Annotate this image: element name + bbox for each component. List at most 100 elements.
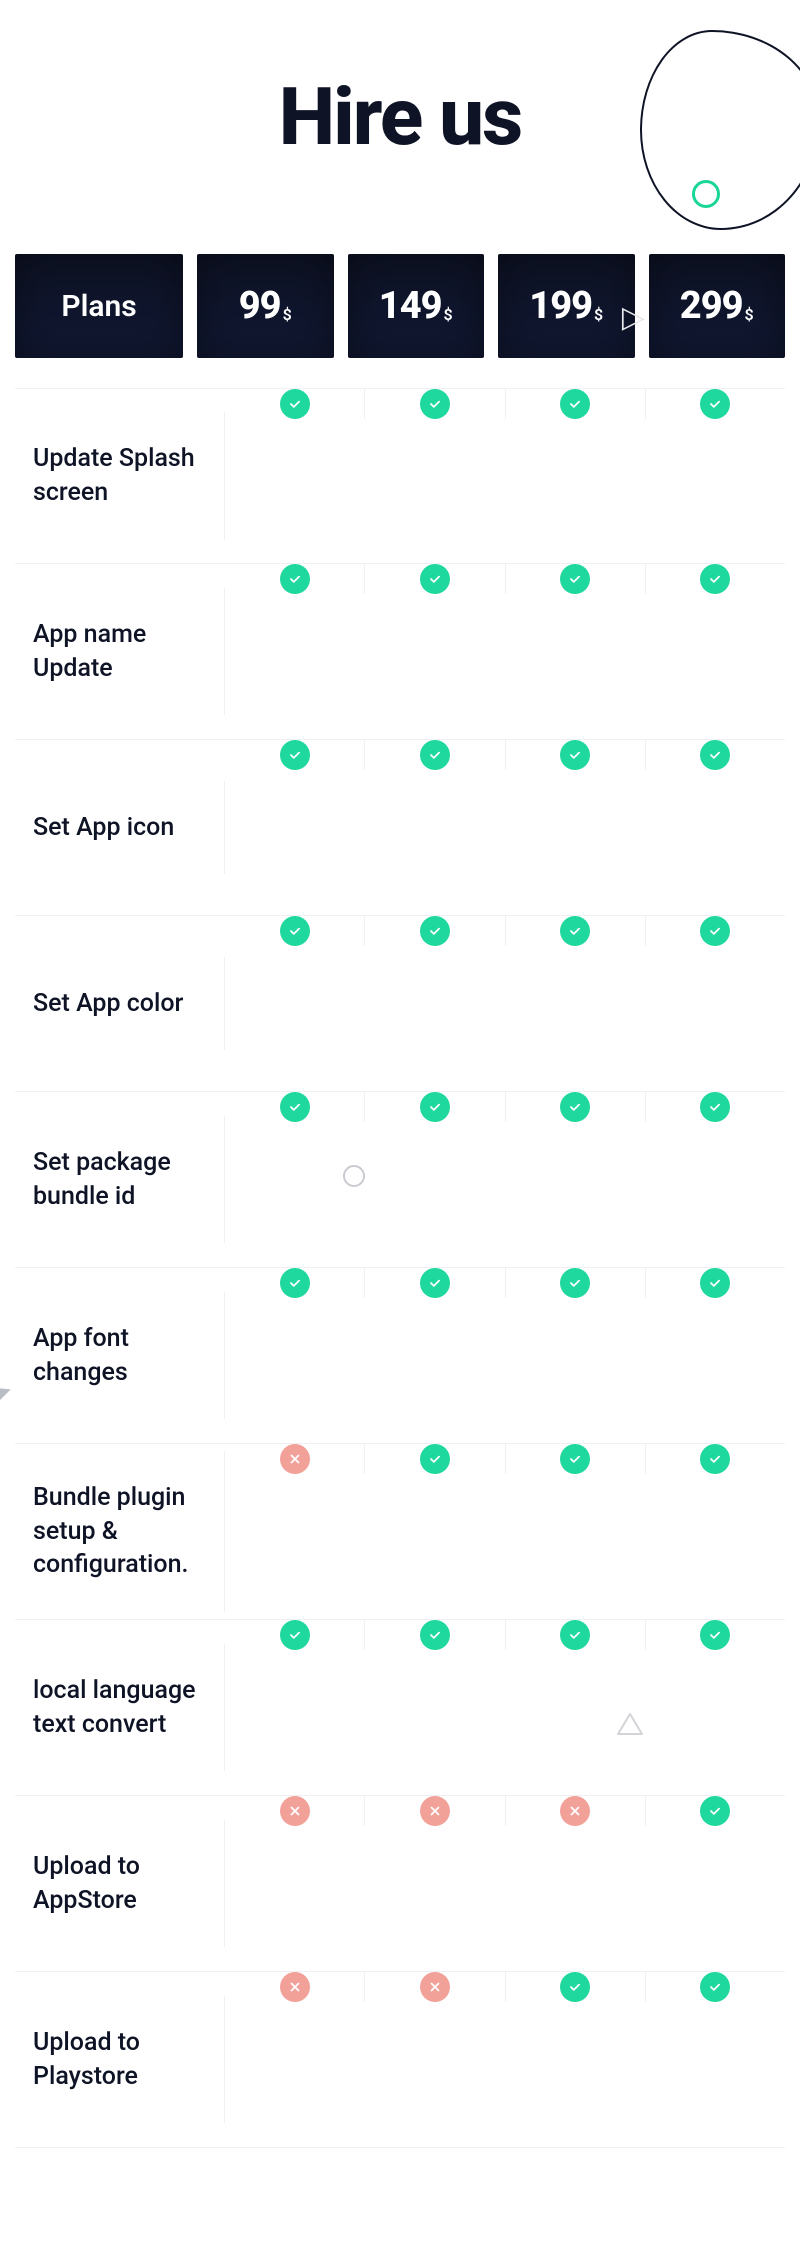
- feature-cell: [506, 389, 646, 419]
- check-icon: [560, 1092, 590, 1122]
- feature-label: Set App color: [15, 957, 225, 1051]
- price-299: 299$: [649, 254, 786, 358]
- feature-row: Upload to AppStore: [15, 1796, 785, 1972]
- feature-cell: [225, 1444, 365, 1474]
- feature-label: local language text convert: [15, 1644, 225, 1772]
- feature-cell: [365, 1620, 505, 1650]
- feature-cell: [365, 1972, 505, 2002]
- price-149: 149$: [348, 254, 485, 358]
- feature-cell: [646, 740, 785, 770]
- feature-cell: [506, 564, 646, 594]
- feature-label: Bundle plugin setup & configuration.: [15, 1451, 225, 1612]
- check-icon: [700, 740, 730, 770]
- feature-label: App name Update: [15, 588, 225, 716]
- cross-icon: [560, 1796, 590, 1826]
- check-icon: [420, 1444, 450, 1474]
- check-icon: [420, 1620, 450, 1650]
- check-icon: [420, 389, 450, 419]
- check-icon: [700, 1972, 730, 2002]
- check-icon: [560, 1268, 590, 1298]
- feature-row: App font changes: [15, 1268, 785, 1444]
- feature-cell: [646, 916, 785, 946]
- check-icon: [560, 389, 590, 419]
- feature-cell: [365, 1796, 505, 1826]
- check-icon: [280, 1268, 310, 1298]
- feature-cell: [506, 740, 646, 770]
- feature-cell: [225, 1268, 365, 1298]
- feature-label: Set App icon: [15, 781, 225, 875]
- feature-cell: [365, 916, 505, 946]
- check-icon: [420, 1268, 450, 1298]
- feature-row: Set package bundle id: [15, 1092, 785, 1268]
- feature-label: Update Splash screen: [15, 412, 225, 540]
- feature-cell: [506, 1092, 646, 1122]
- feature-cell: [225, 916, 365, 946]
- check-icon: [700, 1444, 730, 1474]
- check-icon: [560, 916, 590, 946]
- decorative-arrow-icon: ➤: [0, 1378, 16, 1408]
- feature-cell: [506, 1620, 646, 1650]
- pricing-table: Plans 99$ 149$ 199$ 299$ Update Splash s…: [15, 254, 785, 2148]
- decorative-circle: [692, 180, 720, 208]
- check-icon: [420, 740, 450, 770]
- check-icon: [700, 1796, 730, 1826]
- check-icon: [700, 564, 730, 594]
- feature-cell: [225, 564, 365, 594]
- check-icon: [560, 740, 590, 770]
- feature-cell: [646, 1444, 785, 1474]
- feature-cell: [646, 389, 785, 419]
- check-icon: [560, 564, 590, 594]
- feature-cell: [225, 1092, 365, 1122]
- check-icon: [560, 1620, 590, 1650]
- pricing-header-row: Plans 99$ 149$ 199$ 299$: [15, 254, 785, 358]
- plans-header: Plans: [15, 254, 183, 358]
- feature-cell: [225, 740, 365, 770]
- page-title: Hire us: [0, 70, 800, 164]
- check-icon: [420, 916, 450, 946]
- check-icon: [280, 1620, 310, 1650]
- feature-cell: [506, 916, 646, 946]
- cross-icon: [280, 1444, 310, 1474]
- feature-cell: [506, 1972, 646, 2002]
- check-icon: [420, 564, 450, 594]
- check-icon: [560, 1444, 590, 1474]
- feature-cell: [225, 1620, 365, 1650]
- check-icon: [560, 1972, 590, 2002]
- cross-icon: [420, 1796, 450, 1826]
- cross-icon: [420, 1972, 450, 2002]
- check-icon: [700, 1268, 730, 1298]
- check-icon: [700, 1092, 730, 1122]
- feature-cell: [365, 1092, 505, 1122]
- check-icon: [280, 389, 310, 419]
- cross-icon: [280, 1796, 310, 1826]
- feature-cell: [506, 1796, 646, 1826]
- price-199: 199$: [498, 254, 635, 358]
- plans-label: Plans: [61, 289, 136, 324]
- feature-row: Set App icon: [15, 740, 785, 916]
- check-icon: [280, 1092, 310, 1122]
- feature-label: Set package bundle id: [15, 1116, 225, 1244]
- feature-cell: [646, 1796, 785, 1826]
- feature-cell: [225, 389, 365, 419]
- feature-cell: [646, 564, 785, 594]
- feature-cell: [225, 1972, 365, 2002]
- feature-label: Upload to Playstore: [15, 1996, 225, 2124]
- feature-cell: [365, 1268, 505, 1298]
- feature-cell: [506, 1444, 646, 1474]
- feature-row: App name Update: [15, 564, 785, 740]
- feature-row: local language text convert: [15, 1620, 785, 1796]
- feature-cell: [646, 1092, 785, 1122]
- feature-label: Upload to AppStore: [15, 1820, 225, 1948]
- feature-cell: [365, 564, 505, 594]
- check-icon: [280, 564, 310, 594]
- feature-cell: [365, 1444, 505, 1474]
- feature-cell: [506, 1268, 646, 1298]
- feature-row: Set App color: [15, 916, 785, 1092]
- check-icon: [280, 916, 310, 946]
- feature-cell: [646, 1268, 785, 1298]
- feature-cell: [646, 1620, 785, 1650]
- check-icon: [700, 389, 730, 419]
- feature-cell: [646, 1972, 785, 2002]
- cross-icon: [280, 1972, 310, 2002]
- feature-row: Bundle plugin setup & configuration.: [15, 1444, 785, 1620]
